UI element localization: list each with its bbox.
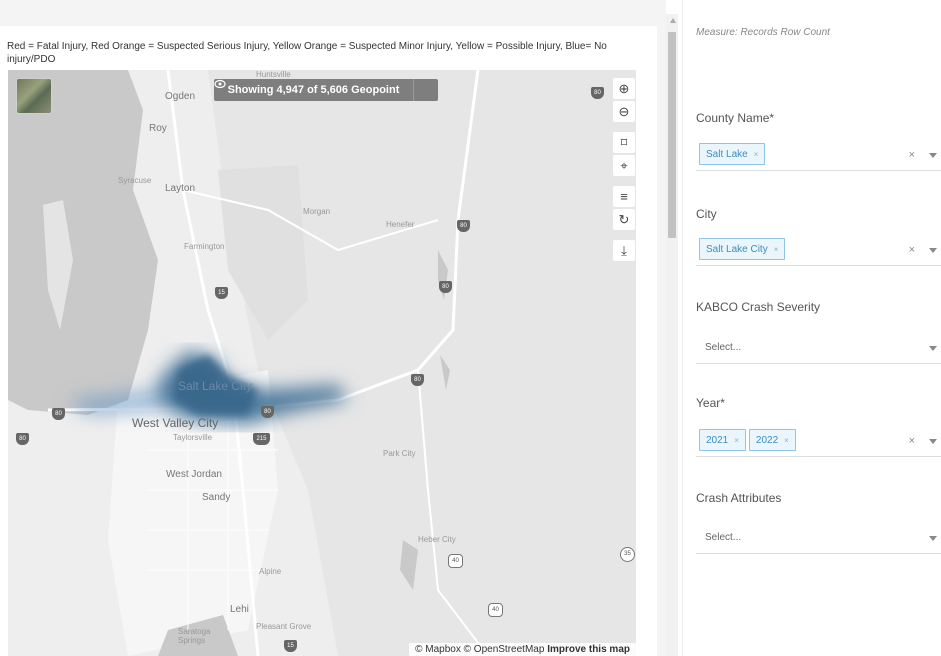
map-attribution: © Mapbox © OpenStreetMap Improve this ma…	[409, 643, 636, 656]
scroll-up-arrow-icon[interactable]	[670, 18, 676, 23]
place-layton: Layton	[165, 183, 196, 194]
us-route-shield: 40	[448, 554, 463, 568]
year-filter: Year* 2021 × 2022 × ×	[696, 396, 941, 457]
place-henefer: Henefer	[386, 220, 415, 229]
interstate-shield: 80	[591, 87, 604, 99]
great-salt-lake	[8, 70, 158, 415]
scrollbar-thumb[interactable]	[668, 32, 676, 238]
kabco-filter-label: KABCO Crash Severity	[696, 300, 821, 314]
crash-attributes-placeholder: Select...	[705, 532, 742, 543]
kabco-filter: KABCO Crash Severity Select...	[696, 300, 941, 364]
county-filter-label: County Name*	[696, 111, 775, 125]
place-roy: Roy	[149, 123, 167, 134]
place-morgan: Morgan	[303, 207, 331, 216]
chevron-down-icon[interactable]	[929, 153, 937, 158]
place-farmington: Farmington	[184, 242, 225, 251]
place-ogden: Ogden	[165, 91, 196, 102]
place-syracuse: Syracuse	[118, 176, 152, 185]
mapbox-link[interactable]: © Mapbox	[415, 644, 461, 655]
chevron-down-icon[interactable]	[929, 439, 937, 444]
map-toolbar: ⊕ ⊖ ⌑ ⌖ ≡ ↻ ⤓	[613, 78, 635, 261]
kabco-placeholder: Select...	[705, 342, 742, 353]
city-chip[interactable]: Salt Lake City ×	[699, 238, 786, 260]
filter-icon[interactable]: ≡	[613, 186, 635, 207]
legend-caption: Red = Fatal Injury, Red Orange = Suspect…	[7, 41, 607, 65]
interstate-shield: 80	[261, 406, 274, 418]
year-chip[interactable]: 2021 ×	[699, 429, 746, 451]
zoom-in-icon[interactable]: ⊕	[613, 78, 635, 99]
place-lehi: Lehi	[230, 604, 249, 615]
eye-icon[interactable]	[214, 79, 438, 101]
place-saratoga-springs: Saratoga Springs	[178, 627, 211, 645]
download-icon[interactable]: ⤓	[613, 240, 635, 261]
clear-icon[interactable]: ×	[909, 435, 915, 447]
geopoint-count-banner: Showing 4,947 of 5,606 Geopoint	[214, 79, 438, 101]
year-filter-label: Year*	[696, 396, 725, 410]
crash-attributes-label: Crash Attributes	[696, 491, 782, 505]
state-route-shield: 35	[620, 547, 635, 562]
year-select[interactable]: 2021 × 2022 × ×	[696, 426, 941, 457]
interstate-shield: 215	[253, 433, 270, 445]
interstate-shield: 15	[215, 287, 228, 299]
satellite-toggle-thumbnail[interactable]	[16, 78, 52, 114]
place-taylorsville: Taylorsville	[173, 433, 213, 442]
interstate-shield: 80	[411, 374, 424, 386]
place-alpine: Alpine	[259, 567, 282, 576]
city-select[interactable]: Salt Lake City × ×	[696, 235, 941, 266]
place-heber-city: Heber City	[418, 535, 456, 544]
kabco-select[interactable]: Select...	[696, 333, 941, 364]
chip-remove-icon[interactable]: ×	[784, 436, 789, 445]
us-route-shield: 40	[488, 603, 503, 617]
county-chip[interactable]: Salt Lake ×	[699, 143, 766, 165]
place-park-city: Park City	[383, 449, 416, 458]
chip-remove-icon[interactable]: ×	[734, 436, 739, 445]
map-pane: Red = Fatal Injury, Red Orange = Suspect…	[0, 0, 666, 656]
crash-attributes-filter: Crash Attributes Select...	[696, 491, 941, 554]
place-huntsville: Huntsville	[256, 70, 291, 79]
box-select-icon[interactable]: ⌑	[613, 132, 635, 153]
city-filter: City Salt Lake City × ×	[696, 207, 941, 266]
place-west-jordan: West Jordan	[166, 469, 222, 480]
place-sandy: Sandy	[202, 492, 231, 503]
county-filter: County Name* Salt Lake × ×	[696, 111, 941, 171]
interstate-shield: 15	[284, 640, 297, 652]
place-salt-lake-city: Salt Lake City	[178, 379, 253, 393]
geopoint-count-text: Showing 4,947 of 5,606 Geopoint	[227, 84, 400, 96]
locate-icon[interactable]: ⌖	[613, 155, 635, 176]
city-filter-label: City	[696, 207, 717, 221]
chevron-down-icon[interactable]	[929, 346, 937, 351]
measure-caption: Measure: Records Row Count	[696, 27, 830, 38]
chevron-down-icon[interactable]	[929, 536, 937, 541]
interstate-shield: 80	[52, 408, 65, 420]
county-select[interactable]: Salt Lake × ×	[696, 140, 941, 171]
osm-link[interactable]: © OpenStreetMap	[464, 644, 545, 655]
zoom-out-icon[interactable]: ⊖	[613, 101, 635, 122]
chevron-down-icon[interactable]	[929, 248, 937, 253]
year-chip[interactable]: 2022 ×	[748, 429, 796, 451]
place-west-valley-city: West Valley City	[132, 416, 219, 430]
interstate-shield: 80	[439, 281, 452, 293]
clear-icon[interactable]: ×	[909, 244, 915, 256]
interstate-shield: 80	[457, 220, 470, 232]
reset-icon[interactable]: ↻	[613, 209, 635, 230]
chip-remove-icon[interactable]: ×	[754, 150, 759, 159]
chip-remove-icon[interactable]: ×	[774, 245, 779, 254]
place-pleasant-grove: Pleasant Grove	[256, 622, 312, 631]
crash-attributes-select[interactable]: Select...	[696, 523, 941, 554]
filters-pane: Measure: Records Row Count County Name* …	[682, 0, 941, 656]
interstate-shield: 80	[16, 433, 29, 445]
improve-map-link[interactable]: Improve this map	[547, 644, 630, 655]
map-basemap	[8, 70, 636, 656]
map-canvas[interactable]: Huntsville Ogden Roy Syracuse Layton Mor…	[8, 70, 636, 656]
clear-icon[interactable]: ×	[909, 149, 915, 161]
